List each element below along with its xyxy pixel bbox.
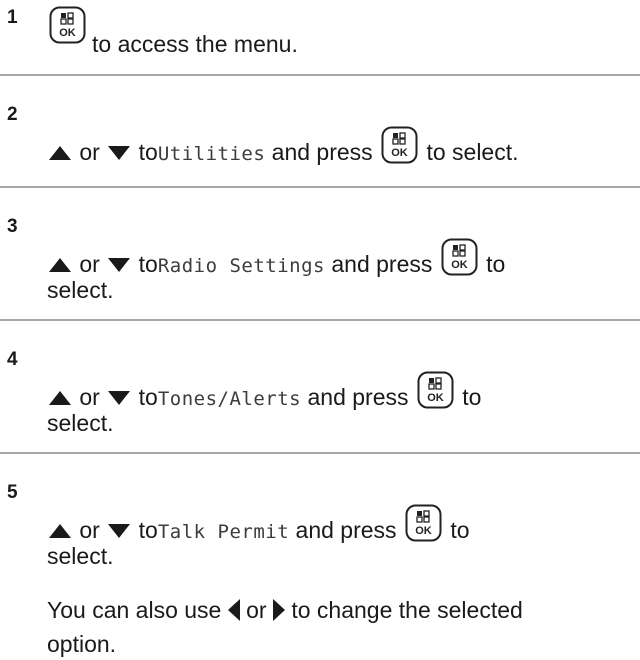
svg-text:OK: OK <box>415 525 432 537</box>
svg-text:OK: OK <box>451 259 468 271</box>
step-number: 5 <box>7 482 18 503</box>
step-number: 3 <box>7 216 18 237</box>
step-number: 1 <box>7 7 18 28</box>
step-text-continued: select. <box>47 543 114 569</box>
separator <box>0 319 640 321</box>
to-text: to <box>138 139 158 165</box>
down-arrow-icon <box>108 258 131 272</box>
step-text-continued: select. <box>47 410 114 436</box>
note-text-continued: option. <box>47 631 117 657</box>
step-instruction: to access the menu. <box>92 31 298 57</box>
note-suffix: to change the selected <box>291 597 523 623</box>
down-arrow-icon <box>108 524 131 538</box>
or-text: or <box>79 139 100 165</box>
down-arrow-icon <box>108 391 131 405</box>
up-arrow-icon <box>49 391 71 405</box>
or-text: or <box>246 597 267 623</box>
separator <box>0 452 640 454</box>
step-text: or toUtilities and press OK to select. <box>47 126 640 170</box>
menu-ok-button-icon: OK <box>381 126 418 164</box>
menu-ok-button-icon: OK <box>405 504 442 542</box>
menu-ok-button-icon: OK <box>417 371 454 409</box>
note-prefix: You can also use <box>47 597 222 623</box>
left-arrow-icon <box>227 599 240 621</box>
step-number: 4 <box>7 349 18 370</box>
menu-ok-button-icon: OK <box>49 6 86 44</box>
up-arrow-icon <box>49 524 71 538</box>
separator <box>0 74 640 76</box>
up-arrow-icon <box>49 146 71 160</box>
svg-text:OK: OK <box>59 27 76 39</box>
note-text: You can also use or to change the select… <box>47 594 640 626</box>
step-text-continued: select. <box>47 277 114 303</box>
down-arrow-icon <box>108 146 131 160</box>
separator <box>0 186 640 188</box>
right-arrow-icon <box>272 599 285 621</box>
svg-text:OK: OK <box>391 147 408 159</box>
step-number: 2 <box>7 104 18 125</box>
svg-text:OK: OK <box>427 392 444 404</box>
menu-item-name: Utilities <box>157 143 266 165</box>
up-arrow-icon <box>49 258 71 272</box>
menu-ok-button-icon: OK <box>441 238 478 276</box>
step-suffix: to select. <box>426 139 519 165</box>
and-press-text: and press <box>271 139 373 165</box>
